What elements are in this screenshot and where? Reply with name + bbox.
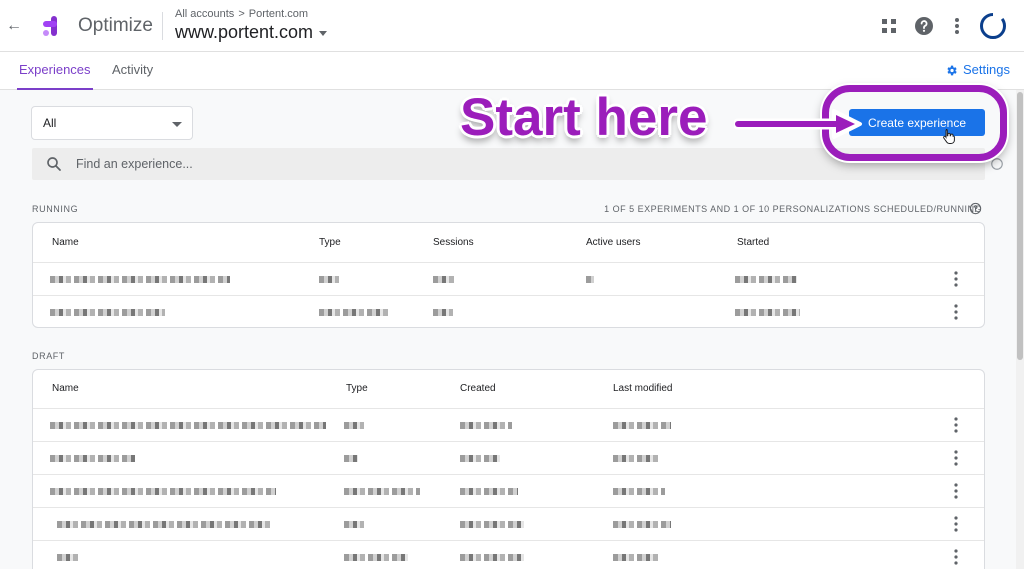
redacted-started <box>735 276 797 283</box>
help-outline-icon[interactable] <box>969 202 982 215</box>
redacted-name <box>50 309 165 316</box>
help-icon[interactable] <box>912 14 936 38</box>
dropdown-caret-icon <box>172 122 182 127</box>
column-header-started[interactable]: Started <box>737 237 769 248</box>
row-more-icon[interactable] <box>954 483 958 499</box>
redacted-type <box>344 455 358 462</box>
experience-type-filter[interactable]: All <box>31 106 193 140</box>
row-more-icon[interactable] <box>954 549 958 565</box>
apps-grid-icon[interactable] <box>877 14 901 38</box>
search-input[interactable] <box>76 154 956 174</box>
redacted-type <box>319 276 339 283</box>
redacted-name <box>50 488 276 495</box>
top-app-bar: ← Optimize All accounts > Portent.com www.… <box>0 0 1024 52</box>
redacted-type <box>344 521 364 528</box>
settings-label: Settings <box>963 62 1010 77</box>
redacted-sessions <box>433 276 455 283</box>
row-more-icon[interactable] <box>954 516 958 532</box>
table-row[interactable] <box>33 541 984 569</box>
column-header-last-modified[interactable]: Last modified <box>613 383 672 394</box>
column-header-name[interactable]: Name <box>52 237 79 248</box>
breadcrumb-all-accounts[interactable]: All accounts <box>175 8 234 20</box>
table-row[interactable] <box>33 409 984 442</box>
draft-experiences-table: Name Type Created Last modified <box>32 369 985 569</box>
optimize-logo-icon <box>43 16 57 36</box>
table-row[interactable] <box>33 296 984 329</box>
row-more-icon[interactable] <box>954 304 958 320</box>
breadcrumb-separator: > <box>238 8 245 20</box>
caret-down-icon <box>319 30 328 36</box>
gear-icon <box>947 65 957 76</box>
page-scrollbar[interactable] <box>1016 90 1024 569</box>
redacted-started <box>735 309 800 316</box>
redacted-created <box>460 422 512 429</box>
redacted-sessions <box>433 309 453 316</box>
hand-pointer-cursor-icon <box>943 129 955 144</box>
redacted-created <box>460 488 518 495</box>
column-header-created[interactable]: Created <box>460 383 496 394</box>
filter-selected-value: All <box>43 116 57 130</box>
redacted-name <box>57 521 273 528</box>
column-header-active-users[interactable]: Active users <box>586 237 640 248</box>
redacted-created <box>460 521 524 528</box>
row-more-icon[interactable] <box>954 417 958 433</box>
account-avatar-icon[interactable] <box>978 11 1008 41</box>
table-row[interactable] <box>33 475 984 508</box>
redacted-type <box>344 422 364 429</box>
draft-section-label: DRAFT <box>32 351 65 361</box>
search-help-icon[interactable] <box>990 157 1004 171</box>
running-summary: 1 OF 5 EXPERIMENTS AND 1 OF 10 PERSONALI… <box>604 204 982 214</box>
redacted-name <box>50 455 135 462</box>
more-vert-icon[interactable] <box>945 14 969 38</box>
redacted-last-modified <box>613 455 661 462</box>
redacted-type <box>344 554 408 561</box>
annotation-arrow-icon <box>734 109 862 139</box>
table-row[interactable] <box>33 442 984 475</box>
running-experiences-table: Name Type Sessions Active users Started <box>32 222 985 328</box>
tab-experiences[interactable]: Experiences <box>17 52 93 90</box>
property-selector[interactable]: www.portent.com <box>175 20 328 44</box>
back-arrow-icon[interactable]: ← <box>4 14 24 38</box>
column-header-name[interactable]: Name <box>52 383 79 394</box>
redacted-active-users <box>586 276 594 283</box>
annotation-callout-text: Start here <box>460 88 708 147</box>
running-section-label: RUNNING <box>32 204 79 214</box>
search-icon <box>47 157 61 171</box>
app-name: Optimize <box>78 15 153 36</box>
redacted-last-modified <box>613 521 671 528</box>
scrollbar-thumb[interactable] <box>1017 92 1023 360</box>
redacted-last-modified <box>613 488 665 495</box>
redacted-last-modified <box>613 554 661 561</box>
table-row[interactable] <box>33 508 984 541</box>
redacted-name <box>57 554 81 561</box>
row-more-icon[interactable] <box>954 271 958 287</box>
redacted-type <box>319 309 389 316</box>
column-header-sessions[interactable]: Sessions <box>433 237 474 248</box>
redacted-created <box>460 455 500 462</box>
breadcrumb-account[interactable]: Portent.com <box>249 8 308 20</box>
row-more-icon[interactable] <box>954 450 958 466</box>
column-header-type[interactable]: Type <box>319 237 341 248</box>
redacted-name <box>50 276 230 283</box>
header-divider <box>162 12 163 40</box>
column-header-type[interactable]: Type <box>346 383 368 394</box>
redacted-last-modified <box>613 422 671 429</box>
table-row[interactable] <box>33 263 984 296</box>
redacted-name <box>50 422 326 429</box>
tab-activity[interactable]: Activity <box>112 52 153 90</box>
redacted-created <box>460 554 524 561</box>
breadcrumb: All accounts > Portent.com <box>175 7 308 21</box>
property-name: www.portent.com <box>175 22 314 42</box>
redacted-type <box>344 488 420 495</box>
